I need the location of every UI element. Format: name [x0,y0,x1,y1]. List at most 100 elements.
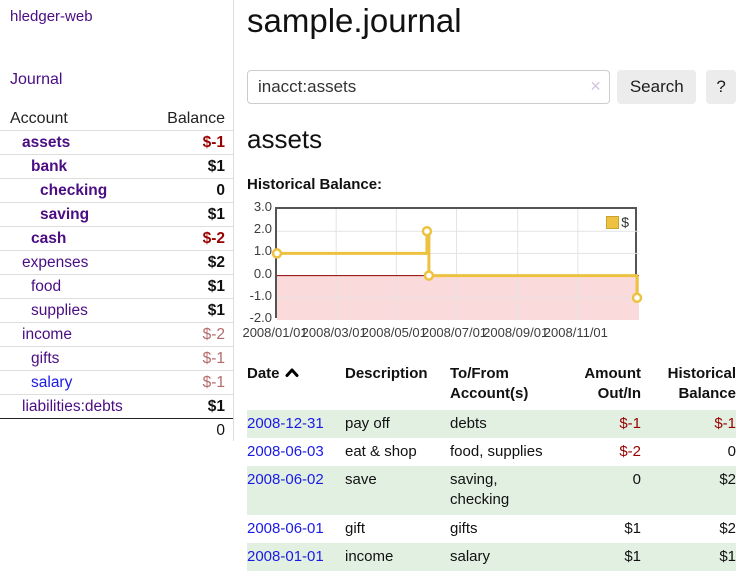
transaction-accounts: debts [450,410,557,438]
legend-label: $ [621,214,629,230]
app-brand-link[interactable]: hledger-web [0,0,233,25]
transaction-accounts: gifts [450,515,557,543]
sidebar: hledger-web Journal Account Balance asse… [0,0,234,441]
account-row: salary $-1 [0,371,233,395]
transaction-description: eat & shop [345,438,450,466]
account-balance: 0 [216,182,225,200]
account-row: expenses $2 [0,251,233,275]
sidebar-account-salary[interactable]: salary [10,374,72,392]
transaction-accounts: salary [450,543,557,571]
x-tick-label: 2008/03/01 [302,325,367,340]
register-row: 2008-12-31 pay off debts $-1 $-1 [247,410,736,438]
sidebar-account-supplies[interactable]: supplies [10,302,88,320]
transaction-date-link[interactable]: 2008-06-01 [247,520,324,537]
transaction-amount: $-2 [557,438,641,466]
search-button[interactable]: Search [617,70,696,104]
account-row: income $-2 [0,323,233,347]
transaction-date-link[interactable]: 2008-06-03 [247,443,324,460]
account-balance: $-1 [203,350,225,368]
y-tick-label: 3.0 [247,199,272,214]
account-row: bank $1 [0,155,233,179]
x-tick-label: 2008/05/01 [362,325,427,340]
transaction-balance: $2 [641,515,736,543]
register-row: 2008-01-01 income salary $1 $1 [247,543,736,571]
account-row: cash $-2 [0,227,233,251]
y-tick-label: -2.0 [247,310,272,325]
account-row: food $1 [0,275,233,299]
y-tick-label: -1.0 [247,288,272,303]
transaction-balance: 0 [641,438,736,466]
help-button[interactable]: ? [706,70,736,104]
sidebar-account-food[interactable]: food [10,278,61,296]
account-balance: $-2 [203,230,225,248]
balance-chart: $ 3.02.01.00.0-1.0-2.0 2008/01/012008/03… [247,203,736,343]
account-balance: $1 [208,278,225,296]
sidebar-account-cash[interactable]: cash [10,230,66,248]
account-row: gifts $-1 [0,347,233,371]
account-table-header: Account Balance [0,107,233,131]
sidebar-account-checking[interactable]: checking [10,182,107,200]
transaction-amount: $-1 [557,410,641,438]
search-input[interactable] [247,70,610,104]
search-input-wrapper: ✕ [247,70,610,104]
register-row: 2008-06-01 gift gifts $1 $2 [247,515,736,543]
total-balance: 0 [216,422,225,440]
balance-chart-plot: $ [275,207,637,318]
main-content: sample.journal ✕ Search ? assets Histori… [247,0,736,582]
column-amount: Amount Out/In [557,361,641,410]
chart-title: Historical Balance: [247,176,382,193]
account-row: assets $-1 [0,131,233,155]
transaction-date-link[interactable]: 2008-06-02 [247,471,324,488]
column-account: Account [10,110,68,128]
account-row: liabilities:debts $1 [0,395,233,419]
sidebar-account-liabilities-debts[interactable]: liabilities:debts [10,398,123,416]
column-balance: Historical Balance [641,361,736,410]
sidebar-account-bank[interactable]: bank [10,158,67,176]
transaction-accounts: saving, checking [450,466,557,515]
sidebar-item-journal[interactable]: Journal [0,71,72,89]
register-row: 2008-06-03 eat & shop food, supplies $-2… [247,438,736,466]
search-form: ✕ Search ? [247,70,736,104]
x-tick-label: 2008/09/01 [483,325,548,340]
transaction-amount: 0 [557,466,641,515]
register-header-row: Date Description To/From Account(s) Amou… [247,361,736,410]
transaction-date-link[interactable]: 2008-12-31 [247,415,324,432]
sidebar-account-gifts[interactable]: gifts [10,350,59,368]
transaction-amount: $1 [557,515,641,543]
transaction-description: income [345,543,450,571]
transaction-date-link[interactable]: 2008-01-01 [247,548,324,565]
account-balance: $-2 [203,326,225,344]
account-heading: assets [247,124,322,155]
transaction-balance: $1 [641,543,736,571]
chart-legend: $ [606,214,629,230]
account-balance: $-1 [203,134,225,152]
account-balance: $-1 [203,374,225,392]
y-tick-label: 0.0 [247,266,272,281]
y-tick-label: 1.0 [247,243,272,258]
account-row: supplies $1 [0,299,233,323]
x-tick-label: 2008/11/01 [544,325,608,340]
column-balance: Balance [167,110,225,128]
sidebar-account-income[interactable]: income [10,326,72,344]
clear-search-icon[interactable]: ✕ [590,79,602,93]
sidebar-account-saving[interactable]: saving [10,206,89,224]
register-row: 2008-06-02 save saving, checking 0 $2 [247,466,736,515]
register-table: Date Description To/From Account(s) Amou… [247,361,736,571]
account-balance: $1 [208,206,225,224]
transaction-balance: $2 [641,466,736,515]
account-balance: $2 [208,254,225,272]
account-row: saving $1 [0,203,233,227]
transaction-description: pay off [345,410,450,438]
x-tick-label: 2008/07/01 [422,325,487,340]
y-tick-label: 2.0 [247,221,272,236]
account-balance: $1 [208,158,225,176]
column-date[interactable]: Date [247,361,345,410]
sidebar-account-assets[interactable]: assets [10,134,70,152]
transaction-amount: $1 [557,543,641,571]
account-balance: $1 [208,398,225,416]
caret-up-icon [285,367,299,378]
transaction-balance: $-1 [641,410,736,438]
transaction-description: gift [345,515,450,543]
column-accounts: To/From Account(s) [450,361,557,410]
sidebar-account-expenses[interactable]: expenses [10,254,88,272]
